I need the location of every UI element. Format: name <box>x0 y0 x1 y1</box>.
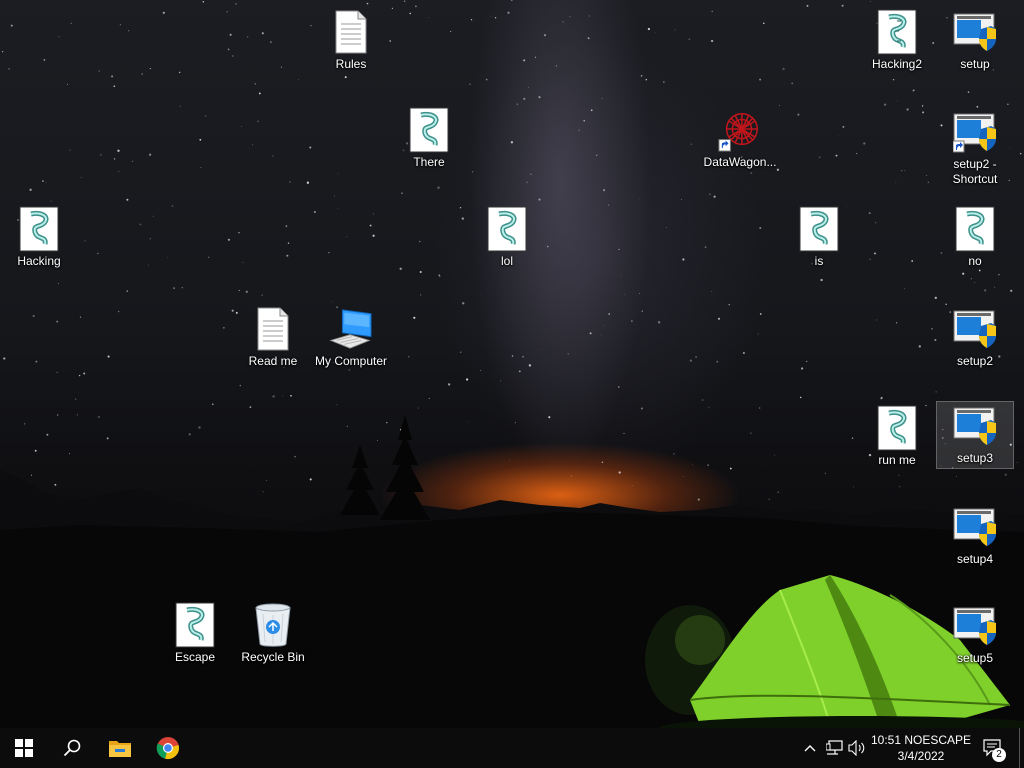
desktop-icon-read-me[interactable]: Read me <box>235 305 311 369</box>
desktop-icon-label: setup <box>960 57 990 71</box>
desktop-icon-label: setup3 <box>956 451 994 465</box>
chrome-icon <box>156 737 179 759</box>
desktop-icon-escape[interactable]: Escape <box>157 601 233 665</box>
installer-shield-icon <box>953 503 997 551</box>
script-icon <box>407 106 451 154</box>
desktop-icon-label: My Computer <box>314 354 388 368</box>
desktop-icon-recycle-bin[interactable]: Recycle Bin <box>235 601 311 665</box>
chrome-button[interactable] <box>144 728 192 768</box>
desktop-icon-label: Hacking2 <box>871 57 923 71</box>
desktop-icon-is[interactable]: is <box>781 205 857 269</box>
script-icon <box>173 601 217 649</box>
volume-icon <box>848 740 865 756</box>
start-button[interactable] <box>0 728 48 768</box>
chevron-up-icon <box>804 745 816 752</box>
installer-shield-icon <box>953 602 997 650</box>
desktop-icon-setup3[interactable]: setup3 <box>936 401 1014 469</box>
desktop-icon-label: DataWagon... <box>703 155 777 169</box>
search-icon <box>63 739 81 757</box>
action-center-button[interactable]: 2 <box>978 728 1008 768</box>
desktop-icon-label: no <box>968 254 982 268</box>
clock-date: 3/4/2022 <box>897 749 945 763</box>
desktop-icon-label: There <box>413 155 445 169</box>
desktop-icon-no[interactable]: no <box>937 205 1013 269</box>
desktop-icon-label: setup2 - Shortcut <box>952 157 998 186</box>
installer-shield-icon <box>953 8 997 56</box>
show-hidden-icons-button[interactable] <box>800 728 820 768</box>
desktop-icon-label: run me <box>878 453 916 467</box>
script-icon <box>875 8 919 56</box>
taskbar-clock[interactable]: 10:51 NOESCAPE 3/4/2022 <box>868 728 974 768</box>
volume-tray-button[interactable] <box>846 728 868 768</box>
wallpaper-landscape <box>0 415 1024 728</box>
desktop-icon-setup5[interactable]: setup5 <box>937 602 1013 666</box>
taskbar: 10:51 NOESCAPE 3/4/2022 2 <box>0 728 1024 768</box>
desktop-icon-label: Read me <box>248 354 298 368</box>
clock-time: 10:51 NOESCAPE <box>870 733 972 747</box>
desktop-icon-label: is <box>814 254 824 268</box>
file-explorer-icon <box>109 741 131 757</box>
file-explorer-button[interactable] <box>96 728 144 768</box>
script-icon <box>485 205 529 253</box>
desktop-icon-label: Rules <box>335 57 367 71</box>
desktop-icon-label: lol <box>500 254 513 268</box>
desktop-icon-rules[interactable]: Rules <box>313 8 389 72</box>
text-document-icon <box>329 8 373 56</box>
desktop-icon-label: setup2 <box>956 354 994 368</box>
script-icon <box>797 205 841 253</box>
desktop-icon-hacking2[interactable]: Hacking2 <box>859 8 935 72</box>
desktop-icon-label: setup5 <box>956 651 994 665</box>
script-icon <box>953 205 997 253</box>
desktop-icon-my-computer[interactable]: My Computer <box>313 305 389 369</box>
recycle-bin-icon <box>251 601 295 649</box>
desktop[interactable]: Rules Hacking2 setup There DataWagon... … <box>0 0 1024 728</box>
desktop-icon-datawagon[interactable]: DataWagon... <box>702 106 778 170</box>
script-icon <box>875 404 919 452</box>
red-web-shortcut-icon <box>718 106 762 154</box>
desktop-icon-setup2[interactable]: setup2 <box>937 305 1013 369</box>
desktop-icon-there[interactable]: There <box>391 106 467 170</box>
desktop-icon-run-me[interactable]: run me <box>859 404 935 468</box>
installer-shield-icon <box>953 305 997 353</box>
installer-shield-icon <box>953 108 997 156</box>
desktop-icon-label: Recycle Bin <box>241 650 305 664</box>
desktop-icon-label: setup4 <box>956 552 994 566</box>
script-icon <box>17 205 61 253</box>
text-document-icon <box>251 305 295 353</box>
installer-shield-icon <box>953 402 997 450</box>
desktop-icon-label: Escape <box>174 650 216 664</box>
network-icon <box>826 740 843 755</box>
network-tray-button[interactable] <box>824 728 846 768</box>
desktop-icon-setup[interactable]: setup <box>937 8 1013 72</box>
show-desktop-divider[interactable] <box>1019 728 1020 768</box>
desktop-icon-setup2-shortcut[interactable]: setup2 - Shortcut <box>937 108 1013 187</box>
desktop-icon-label: Hacking <box>17 254 61 268</box>
computer-icon <box>329 305 373 353</box>
desktop-icon-hacking[interactable]: Hacking <box>1 205 77 269</box>
notification-count-badge: 2 <box>992 748 1006 762</box>
desktop-icon-setup4[interactable]: setup4 <box>937 503 1013 567</box>
windows-start-icon <box>15 739 33 757</box>
search-button[interactable] <box>48 728 96 768</box>
desktop-icon-lol[interactable]: lol <box>469 205 545 269</box>
